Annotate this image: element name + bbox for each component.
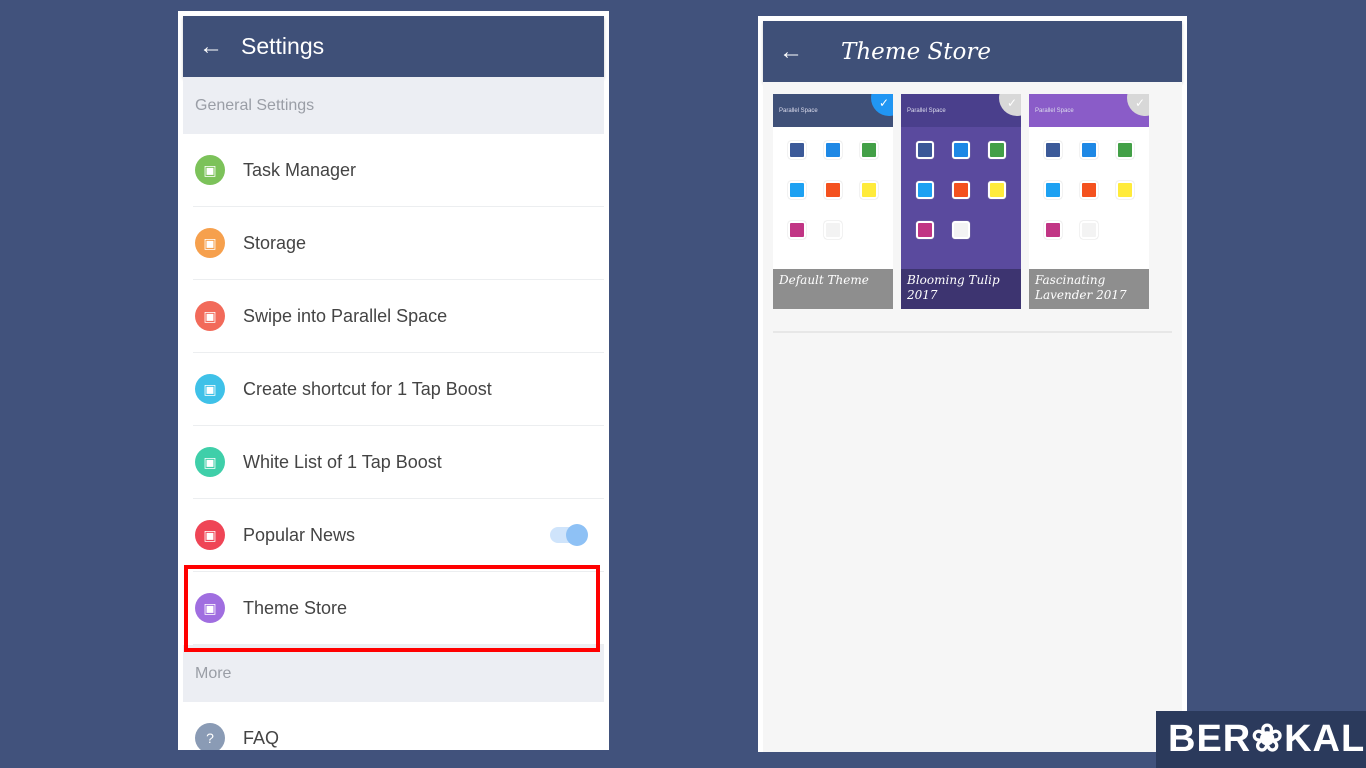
settings-item-popular-news[interactable]: ▣ Popular News — [193, 499, 604, 572]
settings-item-label: White List of 1 Tap Boost — [243, 451, 442, 472]
app-icon — [952, 181, 970, 199]
theme-card[interactable]: Parallel Space Blooming Tulip 2017 ✓ — [901, 94, 1021, 309]
back-arrow-icon[interactable]: ← — [763, 38, 821, 66]
news-icon: ▣ — [195, 520, 225, 550]
settings-item-task-manager[interactable]: ▣ Task Manager — [193, 134, 604, 207]
settings-item-faq[interactable]: ? FAQ — [193, 702, 604, 750]
preview-app-name: Parallel Space — [907, 107, 946, 114]
page-title: Settings — [241, 33, 325, 59]
app-icon — [860, 181, 878, 199]
settings-item-label: Swipe into Parallel Space — [243, 305, 448, 326]
app-icon — [824, 221, 842, 239]
section-general-settings: General Settings — [183, 77, 604, 134]
app-icon — [952, 141, 970, 159]
swipe-icon: ▣ — [195, 301, 225, 331]
theme-card[interactable]: Parallel Space Fascinating Lavender 2017… — [1029, 94, 1149, 309]
whitelist-icon: ▣ — [195, 447, 225, 477]
app-icon — [824, 181, 842, 199]
app-icon — [952, 221, 970, 239]
app-icon — [1116, 141, 1134, 159]
theme-store-highlight — [184, 565, 600, 652]
settings-item-storage[interactable]: ▣ Storage — [193, 207, 604, 280]
app-icon — [988, 181, 1006, 199]
app-icon — [1080, 141, 1098, 159]
preview-app-name: Parallel Space — [779, 107, 818, 114]
app-icon — [916, 141, 934, 159]
app-icon — [1044, 181, 1062, 199]
settings-item-swipe-into-parallel-space[interactable]: ▣ Swipe into Parallel Space — [193, 280, 604, 353]
shortcut-icon: ▣ — [195, 374, 225, 404]
app-icon — [788, 221, 806, 239]
theme-name: Blooming Tulip 2017 — [901, 269, 1021, 309]
settings-item-label: Storage — [243, 232, 307, 253]
back-arrow-icon[interactable]: ← — [183, 33, 241, 61]
settings-header: ← Settings — [183, 16, 604, 77]
settings-item-label: Create shortcut for 1 Tap Boost — [243, 378, 492, 399]
app-icon — [916, 181, 934, 199]
settings-item-create-shortcut-for-1-tap-boost[interactable]: ▣ Create shortcut for 1 Tap Boost — [193, 353, 604, 426]
berakal-logo: BER❀KAL — [1156, 711, 1366, 768]
app-icon — [1044, 221, 1062, 239]
app-icon — [788, 141, 806, 159]
settings-item-white-list-of-1-tap-boost[interactable]: ▣ White List of 1 Tap Boost — [193, 426, 604, 499]
theme-name: Default Theme — [773, 269, 893, 309]
settings-item-label: Popular News — [243, 524, 356, 545]
theme-store-screen: ← Theme Store Parallel Space Default The… — [758, 16, 1187, 752]
app-icon — [1080, 221, 1098, 239]
task-manager-icon: ▣ — [195, 155, 225, 185]
preview-app-name: Parallel Space — [1035, 107, 1074, 114]
theme-card[interactable]: Parallel Space Default Theme ✓ — [773, 94, 893, 309]
app-icon — [1080, 181, 1098, 199]
settings-item-label: Task Manager — [243, 159, 357, 180]
storage-icon: ▣ — [195, 228, 225, 258]
theme-name: Fascinating Lavender 2017 — [1029, 269, 1149, 309]
app-icon — [988, 141, 1006, 159]
app-icon — [824, 141, 842, 159]
app-icon — [916, 221, 934, 239]
help-icon: ? — [195, 723, 225, 750]
app-icon — [788, 181, 806, 199]
app-icon — [1116, 181, 1134, 199]
app-icon — [860, 141, 878, 159]
app-icon — [1044, 141, 1062, 159]
section-more: More — [183, 645, 604, 702]
theme-store-header: ← Theme Store — [763, 21, 1182, 82]
popular-news-toggle[interactable] — [550, 524, 588, 546]
page-title: Theme Store — [841, 38, 991, 65]
settings-item-label: FAQ — [243, 727, 280, 748]
